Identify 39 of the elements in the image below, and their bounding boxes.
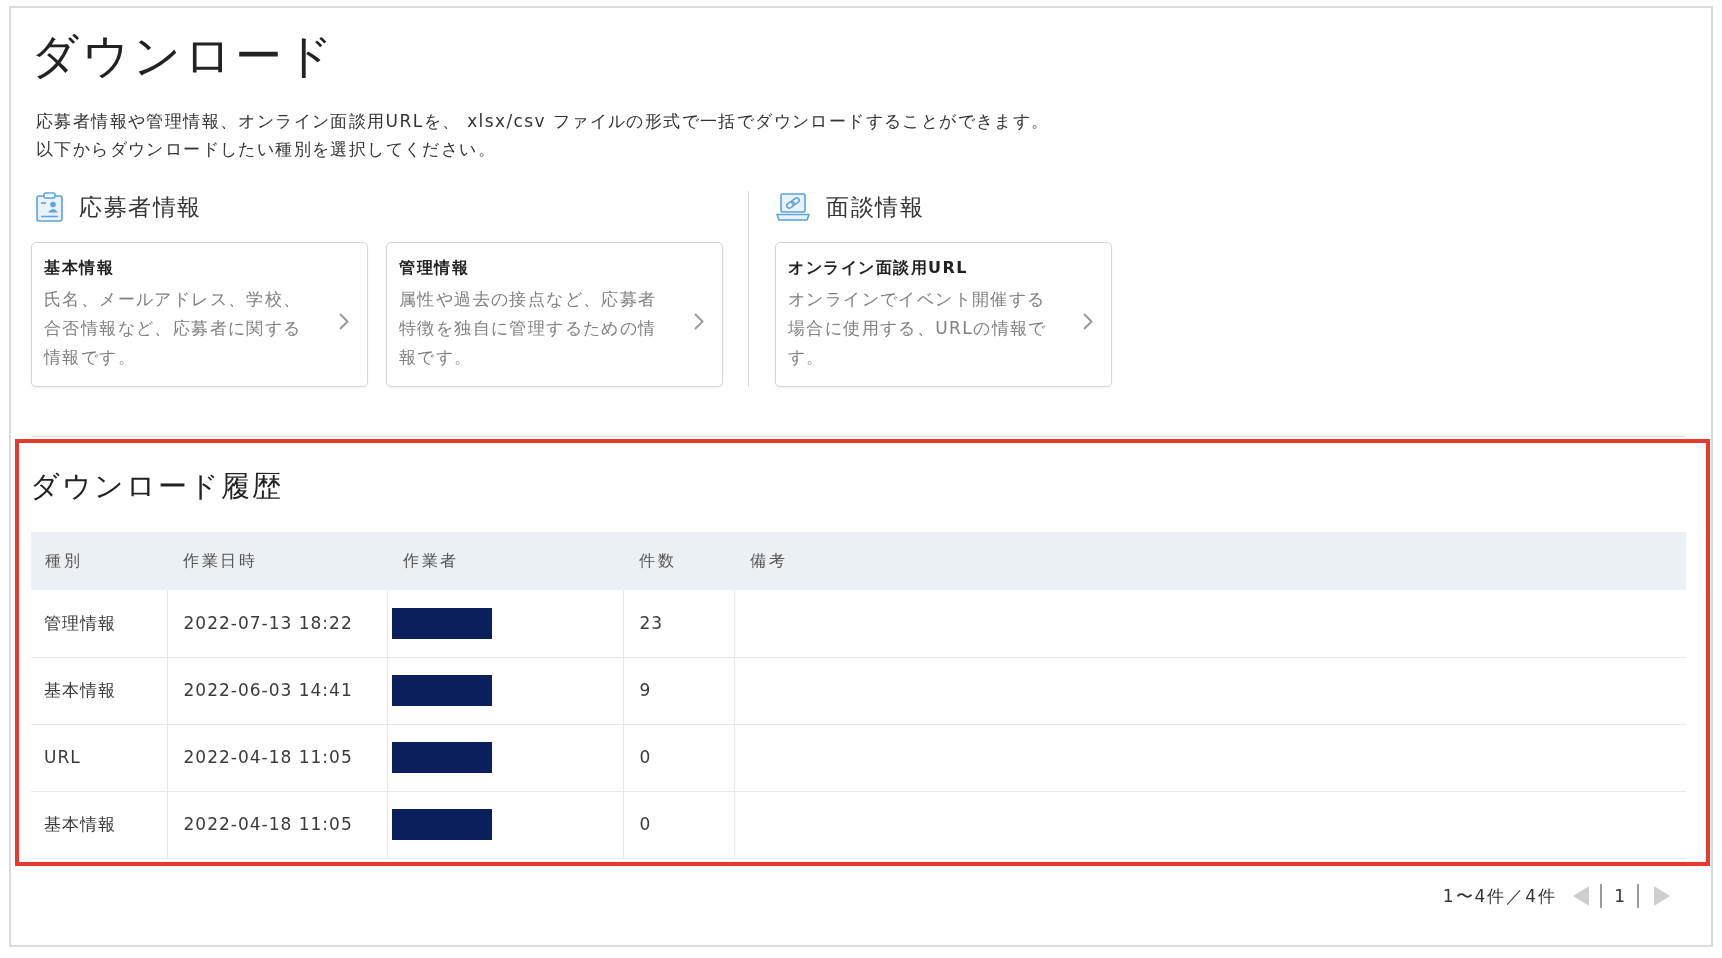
column-header: 種別 [31, 532, 167, 590]
table-cell: 23 [623, 590, 734, 657]
table-cell: 基本情報 [31, 791, 167, 858]
column-header: 備考 [734, 532, 1686, 590]
card-description: 属性や過去の接点など、応募者特徴を独自に管理するための情報です。 [399, 288, 658, 369]
laptop-link-icon [776, 193, 810, 221]
chevron-right-icon [1083, 312, 1093, 330]
document-person-icon [36, 192, 63, 222]
card-title: 基本情報 [44, 257, 115, 279]
chevron-right-icon [339, 312, 349, 330]
description-text: 応募者情報や管理情報、オンライン面談用URLを、 xlsx/csv ファイルの形式で一括でダウンロードすることができます。 [36, 110, 1051, 133]
download-option-card[interactable]: オンライン面談用URL オンラインでイベント開催する場合に使用する、URLの情報です。 [775, 242, 1112, 387]
column-header: 件数 [623, 532, 734, 590]
download-option-card[interactable]: 管理情報 属性や過去の接点など、応募者特徴を独自に管理するための情報です。 [386, 242, 723, 387]
card-title: オンライン面談用URL [788, 257, 969, 279]
card-title: 管理情報 [399, 257, 470, 279]
table-cell: 9 [623, 657, 734, 724]
column-header: 作業日時 [167, 532, 387, 590]
table-cell: 2022-04-18 11:05 [167, 724, 387, 791]
table-cell: 2022-04-18 11:05 [167, 791, 387, 858]
table-cell: 基本情報 [31, 657, 167, 724]
description-text: 以下からダウンロードしたい種別を選択してください。 [36, 138, 497, 161]
table-cell: 2022-07-13 18:22 [167, 590, 387, 657]
table-cell: URL [31, 724, 167, 791]
page-title: ダウンロード [31, 28, 337, 84]
section-heading: 応募者情報 [79, 193, 202, 222]
section-heading: 面談情報 [826, 193, 924, 222]
card-description: オンラインでイベント開催する場合に使用する、URLの情報です。 [788, 288, 1048, 369]
page-number: 1 [1614, 884, 1625, 908]
card-description: 氏名、メールアドレス、学校、合否情報など、応募者に関する情報です。 [44, 288, 303, 369]
pagination-summary: 1〜4件／4件 [1442, 884, 1558, 908]
download-option-card[interactable]: 基本情報 氏名、メールアドレス、学校、合否情報など、応募者に関する情報です。 [31, 242, 368, 387]
table-cell: 0 [623, 724, 734, 791]
table-cell: 0 [623, 791, 734, 858]
table-cell: 2022-06-03 14:41 [167, 657, 387, 724]
table-cell: 管理情報 [31, 590, 167, 657]
column-header: 作業者 [387, 532, 623, 590]
section-heading: ダウンロード履歴 [30, 468, 284, 505]
chevron-right-icon [694, 312, 704, 330]
